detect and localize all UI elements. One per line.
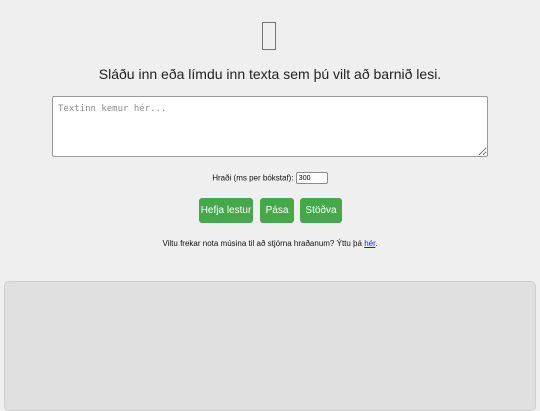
speed-input[interactable] bbox=[295, 172, 328, 184]
mouse-control-hint: Viltu frekar nota músina til að stjórna … bbox=[0, 239, 540, 248]
speed-row: Hraði (ms per bókstaf): bbox=[0, 172, 540, 184]
pause-button[interactable]: Pása bbox=[260, 198, 294, 223]
reading-text-input[interactable] bbox=[52, 96, 488, 157]
hint-suffix: . bbox=[375, 239, 378, 248]
start-reading-button[interactable]: Hefja lestur bbox=[199, 198, 253, 223]
page-instruction: Sláðu inn eða límdu inn texta sem þú vil… bbox=[98, 66, 442, 82]
hint-text: Viltu frekar nota músina til að stjórna … bbox=[162, 239, 365, 248]
placeholder-glyph-icon bbox=[262, 22, 276, 50]
reading-display-panel bbox=[4, 281, 536, 411]
mouse-control-link[interactable]: hér bbox=[364, 239, 375, 248]
stop-button[interactable]: Stöðva bbox=[300, 198, 342, 223]
speed-label: Hraði (ms per bókstaf): bbox=[212, 173, 294, 183]
